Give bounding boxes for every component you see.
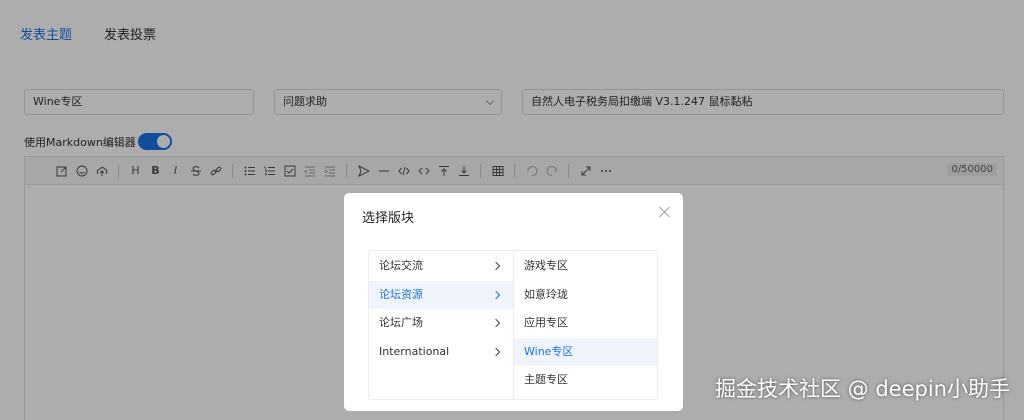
option-label: 论坛交流 xyxy=(379,259,423,272)
option-label: 论坛广场 xyxy=(379,316,423,329)
cascader-option-selected[interactable]: 论坛资源 xyxy=(369,280,513,309)
dialog-title: 选择版块 xyxy=(362,211,415,226)
chevron-right-icon xyxy=(491,347,501,356)
cascader-option[interactable]: 主题专区 xyxy=(514,366,657,395)
cascader-option[interactable]: 如意玲珑 xyxy=(514,281,657,310)
chevron-right-icon xyxy=(491,318,501,328)
chevron-right-icon xyxy=(491,261,501,271)
option-label: International xyxy=(379,344,450,358)
cascader-option[interactable]: 论坛广场 xyxy=(369,309,513,338)
cascader-option[interactable]: 论坛交流 xyxy=(369,252,513,281)
cascader-option[interactable]: International xyxy=(369,338,513,367)
cascader-column-child: 游戏专区 如意玲珑 应用专区 Wine专区 主题专区 xyxy=(513,251,657,399)
cascader-option[interactable]: 应用专区 xyxy=(514,309,657,338)
cascader-option-selected[interactable]: Wine专区 xyxy=(514,337,657,366)
close-icon[interactable] xyxy=(659,206,671,218)
cascader-column-parent: 论坛交流 论坛资源 论坛广场 International xyxy=(369,251,513,399)
select-section-dialog: 选择版块 论坛交流 论坛资源 论坛广场 International 游戏专区 如… xyxy=(344,193,683,411)
cascader-option[interactable]: 游戏专区 xyxy=(514,252,657,281)
watermark: 掘金技术社区 @ deepin小助手 xyxy=(715,377,1010,401)
section-cascader: 论坛交流 论坛资源 论坛广场 International 游戏专区 如意玲珑 应… xyxy=(368,250,658,400)
option-label: 论坛资源 xyxy=(379,287,423,301)
chevron-right-icon xyxy=(491,290,501,299)
